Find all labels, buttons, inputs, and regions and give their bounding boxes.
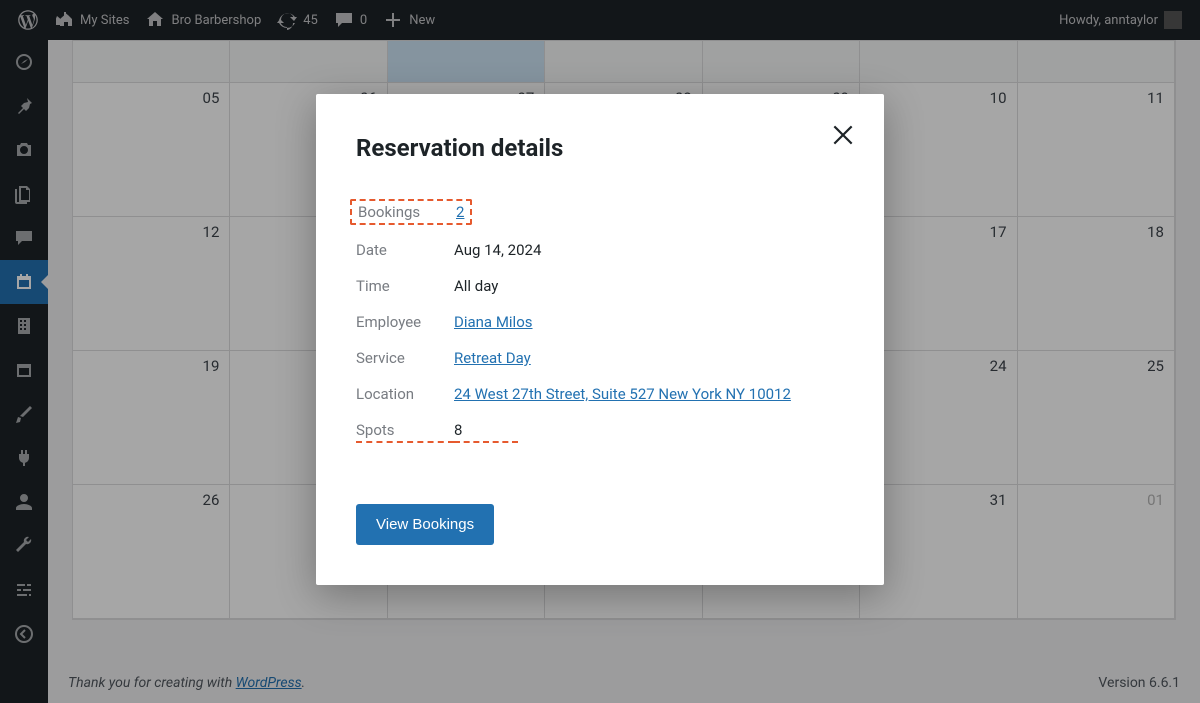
label-service: Service — [356, 349, 454, 367]
label-employee: Employee — [356, 313, 454, 331]
row-time: Time All day — [356, 268, 844, 304]
label-bookings: Bookings — [358, 203, 456, 221]
row-employee: Employee Diana Milos — [356, 304, 844, 340]
label-spots: Spots — [356, 421, 454, 443]
label-location: Location — [356, 385, 454, 403]
value-time: All day — [454, 277, 498, 295]
label-date: Date — [356, 241, 454, 259]
close-button[interactable] — [830, 122, 856, 152]
row-date: Date Aug 14, 2024 — [356, 232, 844, 268]
modal-title: Reservation details — [356, 134, 844, 162]
reservation-details-modal: Reservation details Bookings 2 Date Aug … — [316, 94, 884, 585]
label-time: Time — [356, 277, 454, 295]
view-bookings-button[interactable]: View Bookings — [356, 504, 494, 545]
row-service: Service Retreat Day — [356, 340, 844, 376]
row-bookings: Bookings 2 — [356, 192, 844, 232]
row-spots: Spots 8 — [356, 412, 844, 452]
value-service-link[interactable]: Retreat Day — [454, 349, 531, 367]
value-date: Aug 14, 2024 — [454, 241, 541, 259]
value-employee-link[interactable]: Diana Milos — [454, 313, 533, 331]
value-bookings-link[interactable]: 2 — [456, 203, 464, 221]
value-location-link[interactable]: 24 West 27th Street, Suite 527 New York … — [454, 385, 791, 403]
close-icon — [830, 122, 856, 148]
row-location: Location 24 West 27th Street, Suite 527 … — [356, 376, 844, 412]
value-spots: 8 — [454, 421, 518, 443]
